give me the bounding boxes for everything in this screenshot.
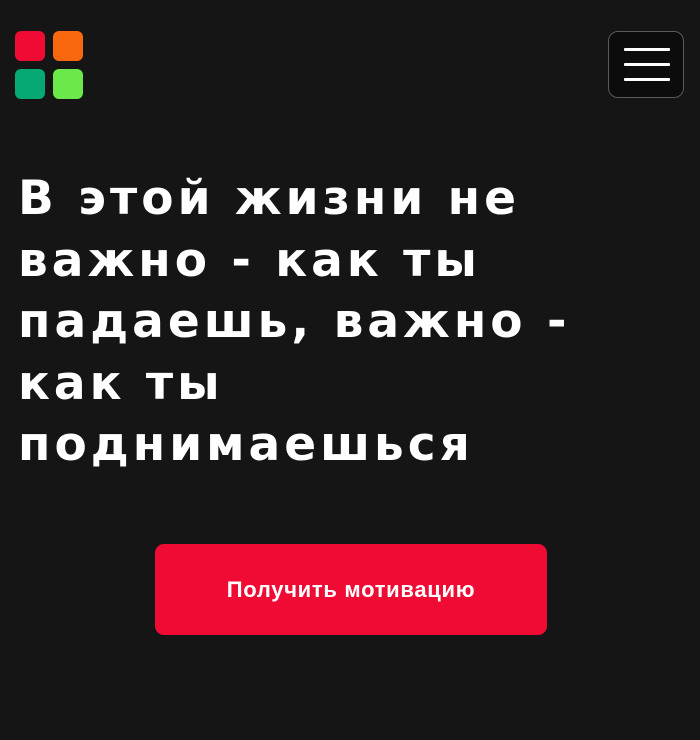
logo-tile-red [15, 31, 45, 61]
hamburger-menu-icon [624, 48, 670, 51]
logo-tile-teal [15, 69, 45, 99]
hero-title: В этой жизни не важно - как ты падаешь, … [18, 171, 571, 472]
get-motivation-button[interactable]: Получить мотивацию [155, 544, 547, 635]
hamburger-menu-icon-bar [624, 63, 670, 66]
menu-button[interactable] [608, 31, 684, 98]
hamburger-menu-icon-bar [624, 78, 670, 81]
logo-icon[interactable] [15, 31, 83, 99]
logo-tile-orange [53, 31, 83, 61]
logo-tile-green [53, 69, 83, 99]
